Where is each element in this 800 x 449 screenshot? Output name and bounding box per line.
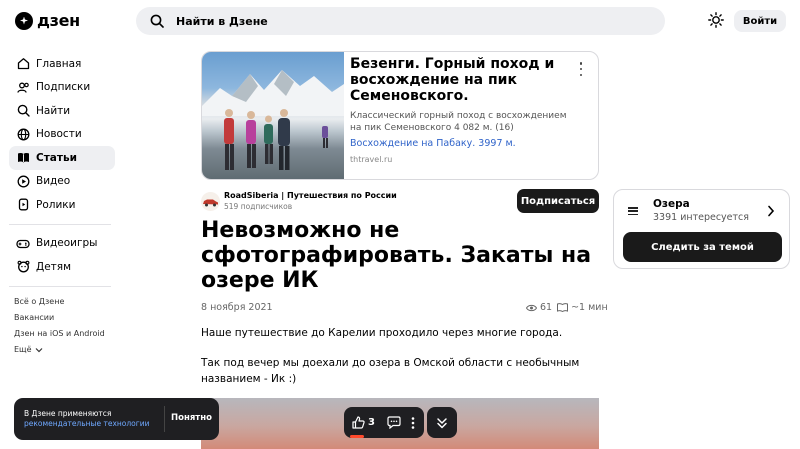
shorts-icon xyxy=(16,198,30,212)
chevron-right-icon[interactable] xyxy=(767,205,775,217)
double-chevron-down-icon xyxy=(437,417,447,428)
sidebar-item-label: Статьи xyxy=(36,151,77,164)
search-icon xyxy=(150,14,164,28)
sidebar-item-videogames[interactable]: Видеоигры xyxy=(9,232,115,256)
comment-button[interactable] xyxy=(387,416,401,429)
book-icon xyxy=(557,303,569,312)
gamepad-icon xyxy=(16,236,30,250)
more-vertical-icon[interactable] xyxy=(411,416,415,429)
ad-image-mountains[interactable] xyxy=(202,52,344,179)
views-count: 61 xyxy=(540,302,553,313)
eye-icon xyxy=(526,304,537,311)
thumbs-up-icon xyxy=(352,416,365,429)
toast-message: В Дзене применяются xyxy=(24,409,112,418)
search-bar[interactable] xyxy=(136,7,665,35)
article-title: Невозможно не сфотографировать. Закаты н… xyxy=(201,218,592,293)
dzen-logo[interactable]: дзен xyxy=(15,11,80,30)
sidebar-item-search[interactable]: Найти xyxy=(9,99,115,123)
topic-interested-count: 3391 интересуется xyxy=(653,212,749,223)
ad-domain[interactable]: thtravel.ru xyxy=(350,155,588,164)
sidebar-divider xyxy=(9,223,111,225)
subscribe-button[interactable]: Подписаться xyxy=(517,189,599,213)
channel-name[interactable]: RoadSiberia | Путешествия по России xyxy=(224,191,397,200)
topic-card[interactable]: Озера 3391 интересуется Следить за темой xyxy=(613,189,790,269)
car-icon xyxy=(203,199,218,206)
sidebar-item-video[interactable]: Видео xyxy=(9,170,115,194)
article-stats: 61 ~1 мин xyxy=(526,302,608,313)
ad-title[interactable]: Безенги. Горный поход и восхождение на п… xyxy=(350,56,570,104)
toast-link[interactable]: рекомендательные технологии xyxy=(24,419,149,428)
views-stat: 61 xyxy=(526,302,552,313)
logo-text: дзен xyxy=(37,11,80,30)
more-vertical-icon[interactable] xyxy=(576,62,586,76)
ad-link[interactable]: Восхождение на Пабаку. 3997 м. xyxy=(350,138,588,149)
menu-icon xyxy=(628,207,638,215)
sidebar-footer: Всё о Дзене Вакансии Дзен на iOS и Andro… xyxy=(9,294,115,358)
footer-link-apps[interactable]: Дзен на iOS и Android xyxy=(14,326,115,342)
sidebar-item-label: Новости xyxy=(36,128,82,141)
video-icon xyxy=(16,174,30,188)
footer-link-vacancies[interactable]: Вакансии xyxy=(14,310,115,326)
sidebar-item-label: Видеоигры xyxy=(36,237,98,250)
article-date: 8 ноября 2021 xyxy=(201,302,273,313)
toast-text: В Дзене применяются рекомендательные тех… xyxy=(24,409,149,429)
sidebar: Главная Подписки Найти Новости Статьи Ви… xyxy=(9,52,115,358)
sidebar-item-subscriptions[interactable]: Подписки xyxy=(9,76,115,100)
sidebar-item-label: Видео xyxy=(36,175,71,188)
article-paragraph: Так под вечер мы доехали до озера в Омск… xyxy=(201,357,580,385)
sun-icon[interactable] xyxy=(707,11,725,29)
recommendation-toast: В Дзене применяются рекомендательные тех… xyxy=(14,398,219,440)
article-paragraph: Наше путешествие до Карелии проходило че… xyxy=(201,327,563,339)
channel-avatar[interactable] xyxy=(201,192,220,211)
sidebar-item-articles[interactable]: Статьи xyxy=(9,146,115,170)
like-count: 3 xyxy=(368,417,375,428)
sidebar-item-label: Главная xyxy=(36,57,82,70)
sidebar-item-home[interactable]: Главная xyxy=(9,52,115,76)
topic-name[interactable]: Озера xyxy=(653,198,690,210)
search-icon xyxy=(16,104,30,118)
sidebar-divider xyxy=(9,285,111,287)
article-action-bar: 3 xyxy=(344,407,424,438)
sidebar-item-label: Найти xyxy=(36,104,71,117)
ad-card[interactable]: Безенги. Горный поход и восхождение на п… xyxy=(201,51,599,180)
sidebar-item-label: Ролики xyxy=(36,198,76,211)
toast-ok-button[interactable]: Понятно xyxy=(171,413,212,423)
sidebar-item-label: Детям xyxy=(36,260,72,273)
toast-divider xyxy=(164,406,165,432)
sidebar-item-label: Подписки xyxy=(36,81,91,94)
ad-description: Классический горный поход с восхождением… xyxy=(350,111,567,133)
home-icon xyxy=(16,57,30,71)
read-time-stat: ~1 мин xyxy=(557,302,608,313)
footer-link-about[interactable]: Всё о Дзене xyxy=(14,294,115,310)
sidebar-item-kids[interactable]: Детям xyxy=(9,255,115,279)
search-input[interactable] xyxy=(176,14,626,28)
follow-topic-button[interactable]: Следить за темой xyxy=(623,232,782,262)
kids-icon xyxy=(16,260,30,274)
subscriptions-icon xyxy=(16,80,30,94)
ad-content: Безенги. Горный поход и восхождение на п… xyxy=(344,52,598,179)
chevron-down-icon xyxy=(35,347,42,352)
scroll-down-button[interactable] xyxy=(427,407,457,438)
footer-link-more[interactable]: Ещё xyxy=(14,342,115,358)
more-label: Ещё xyxy=(14,345,32,354)
sidebar-item-news[interactable]: Новости xyxy=(9,123,115,147)
articles-icon xyxy=(16,151,30,165)
sidebar-item-shorts[interactable]: Ролики xyxy=(9,193,115,217)
globe-icon xyxy=(16,127,30,141)
channel-subscribers: 519 подписчиков xyxy=(224,202,293,211)
read-time: ~1 мин xyxy=(571,302,608,313)
hikers-graphic xyxy=(224,109,328,170)
like-button[interactable]: 3 xyxy=(344,407,375,438)
login-button[interactable]: Войти xyxy=(734,10,786,32)
dzen-logo-icon xyxy=(15,11,33,30)
comment-icon xyxy=(387,416,401,429)
